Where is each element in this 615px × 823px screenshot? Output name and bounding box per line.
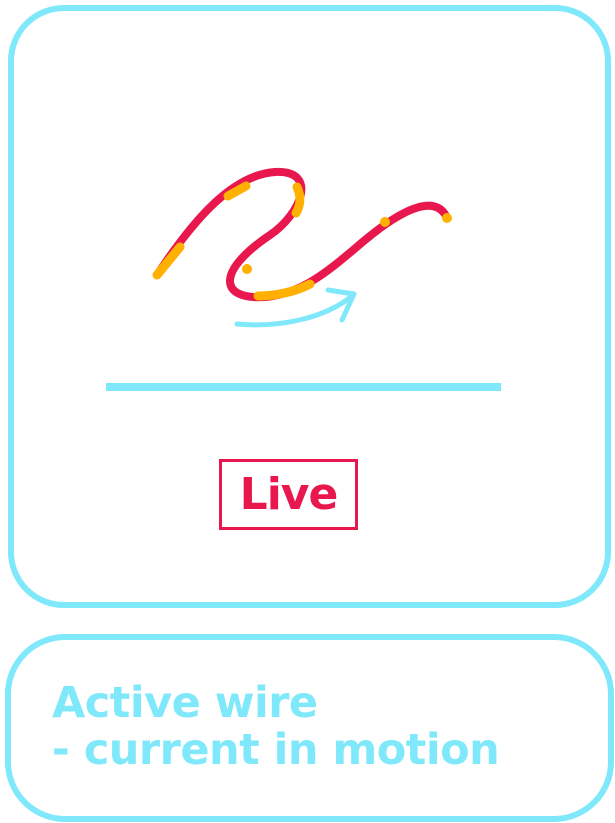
caption-text: Active wire - current in motion — [52, 678, 500, 775]
caption-line-1: Active wire — [52, 678, 318, 728]
live-badge: Live — [219, 459, 358, 530]
wire-icon — [152, 167, 452, 302]
divider-line — [106, 383, 501, 391]
caption-line-2: - current in motion — [52, 725, 500, 775]
